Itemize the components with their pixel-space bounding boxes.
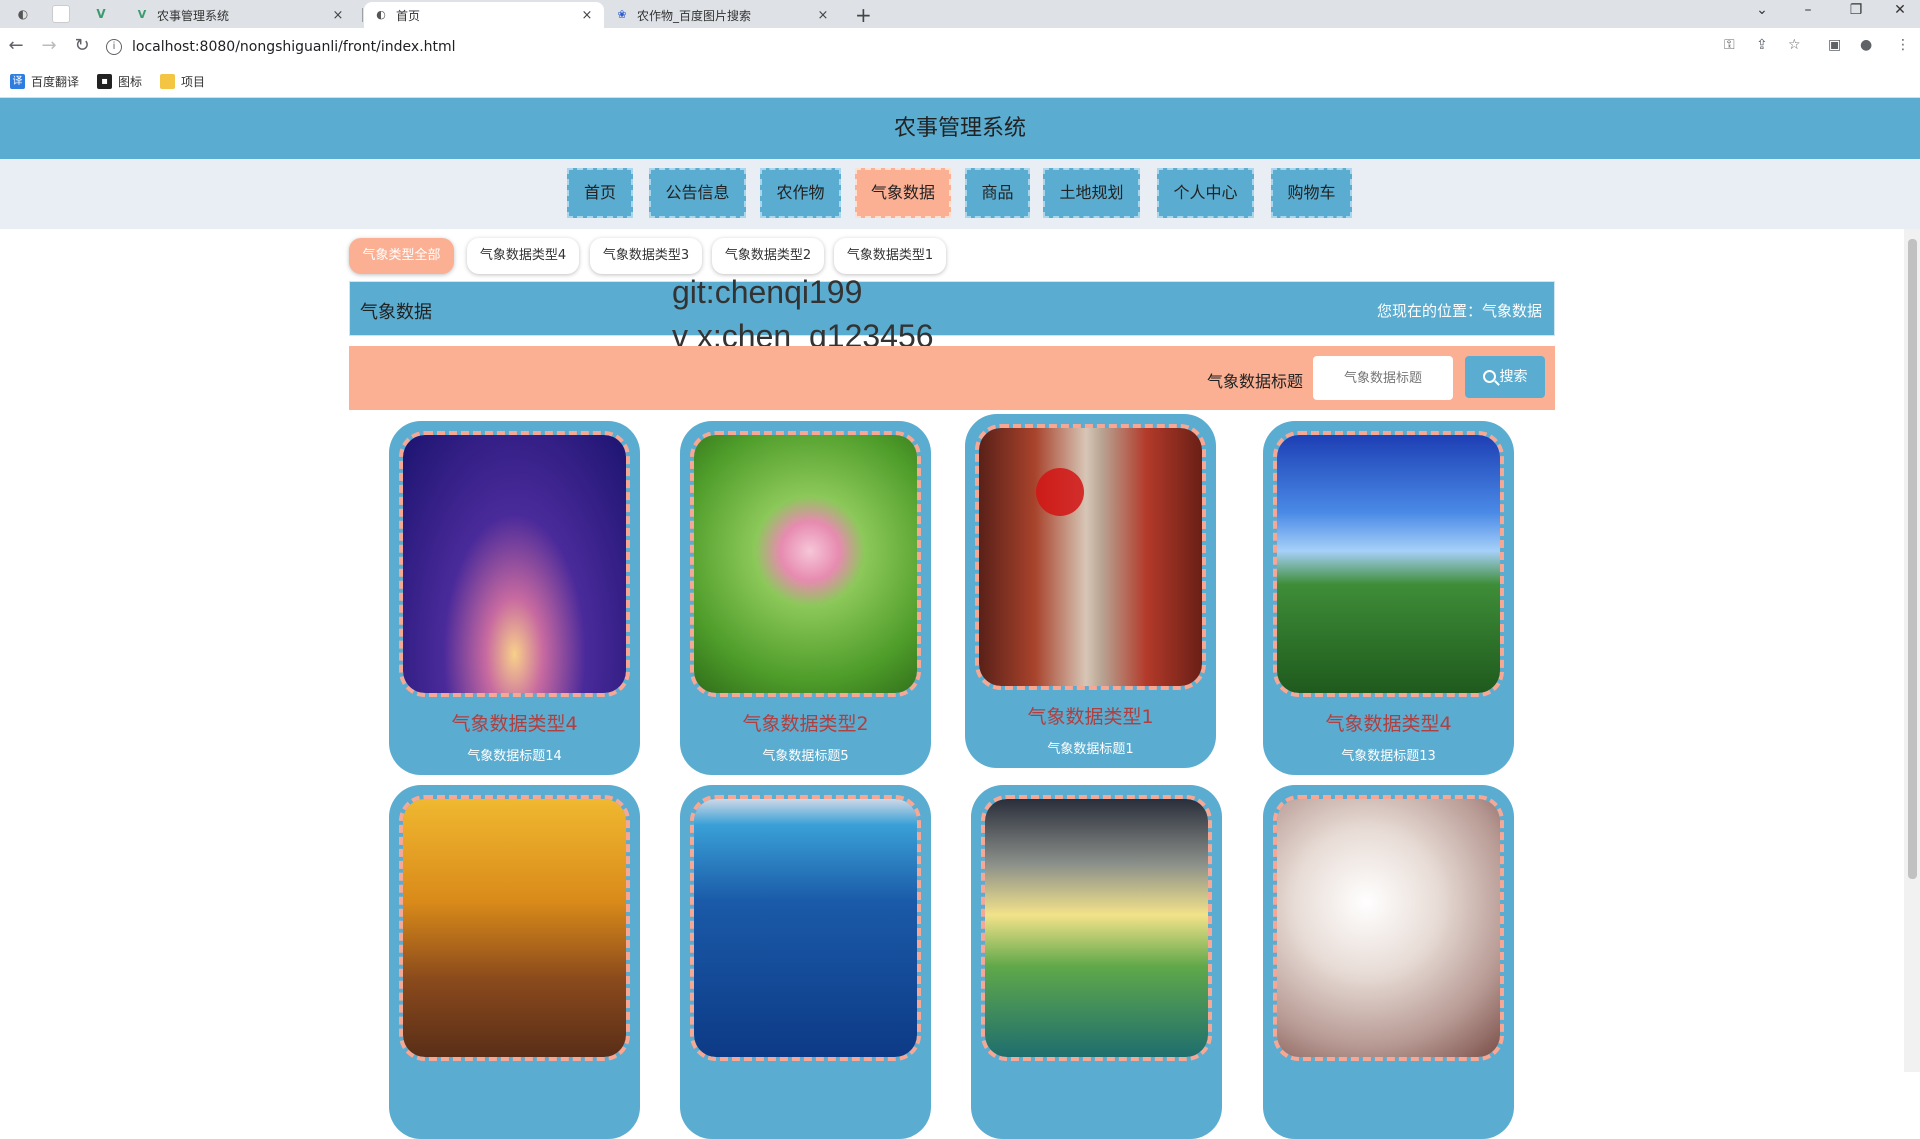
- site-info-icon[interactable]: i: [106, 39, 122, 55]
- search-label: 气象数据标题: [1207, 372, 1304, 391]
- key-icon[interactable]: ⚿: [1724, 37, 1735, 53]
- star-icon[interactable]: ☆: [1788, 37, 1801, 53]
- bookmark-baidu-fanyi[interactable]: 译 百度翻译: [10, 73, 79, 90]
- forward-icon[interactable]: →: [37, 35, 61, 56]
- profile-icon[interactable]: ●: [1860, 37, 1872, 53]
- current-location: 您现在的位置：气象数据: [1376, 302, 1542, 320]
- tab-title: 农作物_百度图片搜索: [637, 8, 752, 23]
- tab-divider: [362, 8, 363, 22]
- close-window-icon[interactable]: ✕: [1880, 2, 1920, 18]
- tab-home[interactable]: ◐ 首页 ×: [364, 2, 604, 28]
- back-icon[interactable]: ←: [4, 35, 28, 56]
- page-title: 气象数据: [360, 302, 432, 323]
- weather-card[interactable]: 气象数据类型4 气象数据标题13: [1263, 421, 1514, 775]
- card-image[interactable]: [1273, 795, 1504, 1061]
- scrollbar-thumb[interactable]: [1908, 239, 1917, 879]
- breadcrumb: 气象数据 您现在的位置：气象数据: [349, 281, 1555, 336]
- card-image[interactable]: [981, 795, 1212, 1061]
- card-image[interactable]: [690, 795, 921, 1061]
- search-button-label: 搜索: [1499, 369, 1528, 385]
- new-tab-button[interactable]: +: [855, 3, 872, 27]
- weather-card[interactable]: [971, 785, 1222, 1139]
- folder-icon: [160, 74, 176, 89]
- menu-icon[interactable]: ⋮: [1896, 37, 1910, 53]
- mouse-pointer-highlight: [1036, 468, 1084, 516]
- close-icon[interactable]: ×: [331, 8, 345, 23]
- address-bar: ← → ↻ i localhost:8080/nongshiguanli/fro…: [0, 28, 1920, 66]
- card-image[interactable]: [975, 424, 1206, 690]
- nav-land-planning[interactable]: 土地规划: [1043, 168, 1140, 218]
- card-type: 气象数据类型1: [1027, 706, 1154, 728]
- card-title: 气象数据标题5: [762, 749, 849, 764]
- bookmark-projects[interactable]: 项目: [160, 73, 205, 90]
- nav-home[interactable]: 首页: [567, 168, 633, 218]
- weather-card[interactable]: [389, 785, 640, 1139]
- filter-type1[interactable]: 气象数据类型1: [834, 238, 946, 274]
- bookmark-label: 图标: [118, 75, 143, 89]
- card-type: 气象数据类型4: [1325, 713, 1452, 735]
- nav-products[interactable]: 商品: [965, 168, 1030, 218]
- nav-weather[interactable]: 气象数据: [855, 168, 951, 218]
- nav-cart[interactable]: 购物车: [1271, 168, 1352, 218]
- vue-icon: V: [137, 8, 147, 21]
- weather-card[interactable]: [680, 785, 931, 1139]
- share-icon[interactable]: ⇪: [1756, 37, 1768, 53]
- tab-title: 首页: [396, 8, 421, 23]
- card-image[interactable]: [399, 795, 630, 1061]
- url-omnibox[interactable]: i localhost:8080/nongshiguanli/front/ind…: [106, 33, 1706, 61]
- bookmark-label: 百度翻译: [31, 75, 80, 89]
- search-input[interactable]: [1313, 356, 1453, 400]
- globe-icon[interactable]: ◐: [14, 5, 32, 23]
- search-button[interactable]: 搜索: [1465, 356, 1545, 398]
- card-type: 气象数据类型2: [742, 713, 869, 735]
- translate-icon: 译: [10, 74, 25, 89]
- restore-icon[interactable]: ❐: [1836, 2, 1876, 18]
- weather-card[interactable]: 气象数据类型2 气象数据标题5: [680, 421, 931, 775]
- card-image[interactable]: [399, 431, 630, 697]
- nav-crops[interactable]: 农作物: [760, 168, 841, 218]
- tab-nongshi[interactable]: V 农事管理系统 ×: [125, 2, 355, 28]
- close-icon[interactable]: ×: [580, 8, 594, 23]
- baidu-paw-icon: ❀: [617, 8, 627, 21]
- filter-type3[interactable]: 气象数据类型3: [590, 238, 702, 274]
- vue-icon[interactable]: V: [92, 5, 110, 23]
- bookmarks-bar: 译 百度翻译 ▪ 图标 项目: [0, 66, 1920, 98]
- filter-type4[interactable]: 气象数据类型4: [467, 238, 579, 274]
- tab-title: 农事管理系统: [157, 8, 230, 23]
- filter-all[interactable]: 气象类型全部: [349, 238, 454, 274]
- nav-personal-center[interactable]: 个人中心: [1157, 168, 1254, 218]
- card-title: 气象数据标题14: [467, 749, 562, 764]
- card-title: 气象数据标题1: [1047, 742, 1134, 757]
- blank-tab-icon[interactable]: [52, 5, 70, 23]
- url-text[interactable]: localhost:8080/nongshiguanli/front/index…: [132, 39, 456, 55]
- weather-card[interactable]: 气象数据类型4 气象数据标题14: [389, 421, 640, 775]
- reload-icon[interactable]: ↻: [70, 35, 94, 56]
- search-icon: [1482, 370, 1496, 383]
- nav-notices[interactable]: 公告信息: [649, 168, 746, 218]
- site-title: 农事管理系统: [0, 98, 1920, 159]
- tab-baidu-images[interactable]: ❀ 农作物_百度图片搜索 ×: [605, 2, 840, 28]
- main-nav: 首页 公告信息 农作物 气象数据 商品 土地规划 个人中心 购物车: [0, 159, 1920, 229]
- watermark-line: git:chenqi199: [672, 274, 863, 310]
- bookmark-icons[interactable]: ▪ 图标: [97, 73, 142, 90]
- weather-card[interactable]: [1263, 785, 1514, 1139]
- browser-tab-bar: ◐ V V 农事管理系统 × ◐ 首页 × ❀ 农作物_百度图片搜索 × + ⌄…: [0, 0, 1920, 28]
- card-type: 气象数据类型4: [451, 713, 578, 735]
- card-title: 气象数据标题13: [1341, 749, 1436, 764]
- bookmark-label: 项目: [181, 75, 206, 89]
- weather-card[interactable]: 气象数据类型1 气象数据标题1: [965, 414, 1216, 768]
- close-icon[interactable]: ×: [816, 8, 830, 23]
- filter-type2[interactable]: 气象数据类型2: [712, 238, 824, 274]
- image-icon: ▪: [97, 74, 113, 89]
- page-scrollbar[interactable]: [1904, 229, 1920, 1072]
- tab-search-icon[interactable]: ⌄: [1742, 2, 1782, 18]
- globe-icon: ◐: [376, 8, 386, 21]
- card-image[interactable]: [690, 431, 921, 697]
- search-bar: 气象数据标题 搜索: [349, 346, 1555, 410]
- side-panel-icon[interactable]: ▣: [1828, 37, 1841, 53]
- minimize-icon[interactable]: –: [1788, 2, 1828, 18]
- card-image[interactable]: [1273, 431, 1504, 697]
